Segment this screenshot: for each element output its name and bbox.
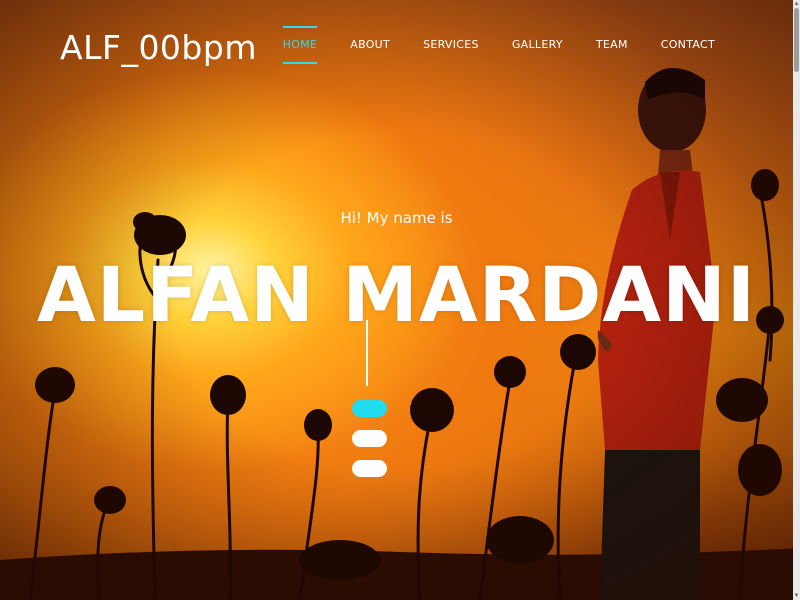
- slide-dot-3[interactable]: [352, 460, 387, 477]
- page-scrollbar[interactable]: ▲ ▼: [793, 0, 800, 600]
- nav-contact[interactable]: CONTACT: [661, 26, 715, 63]
- slide-dot-1[interactable]: [352, 400, 387, 417]
- nav-gallery[interactable]: GALLERY: [512, 26, 563, 63]
- nav-about[interactable]: ABOUT: [350, 26, 390, 63]
- scrollbar-thumb[interactable]: [794, 8, 799, 72]
- nav-home[interactable]: HOME: [282, 26, 318, 64]
- hero-greeting: Hi! My name is: [340, 209, 453, 227]
- scroll-down-arrow-icon[interactable]: ▼: [793, 592, 800, 600]
- slider-pagination: [352, 400, 387, 490]
- slide-dot-2[interactable]: [352, 430, 387, 447]
- hero-divider: [366, 320, 368, 386]
- main-nav: HOME ABOUT SERVICES GALLERY TEAM CONTACT: [250, 26, 715, 64]
- scroll-up-arrow-icon[interactable]: ▲: [793, 0, 800, 8]
- nav-services[interactable]: SERVICES: [423, 26, 479, 63]
- page: ALF_00bpm HOME ABOUT SERVICES GALLERY TE…: [0, 0, 800, 600]
- hero-name: ALFAN MARDANI: [36, 250, 757, 339]
- nav-team[interactable]: TEAM: [596, 26, 628, 63]
- brand-logo[interactable]: ALF_00bpm: [60, 28, 257, 67]
